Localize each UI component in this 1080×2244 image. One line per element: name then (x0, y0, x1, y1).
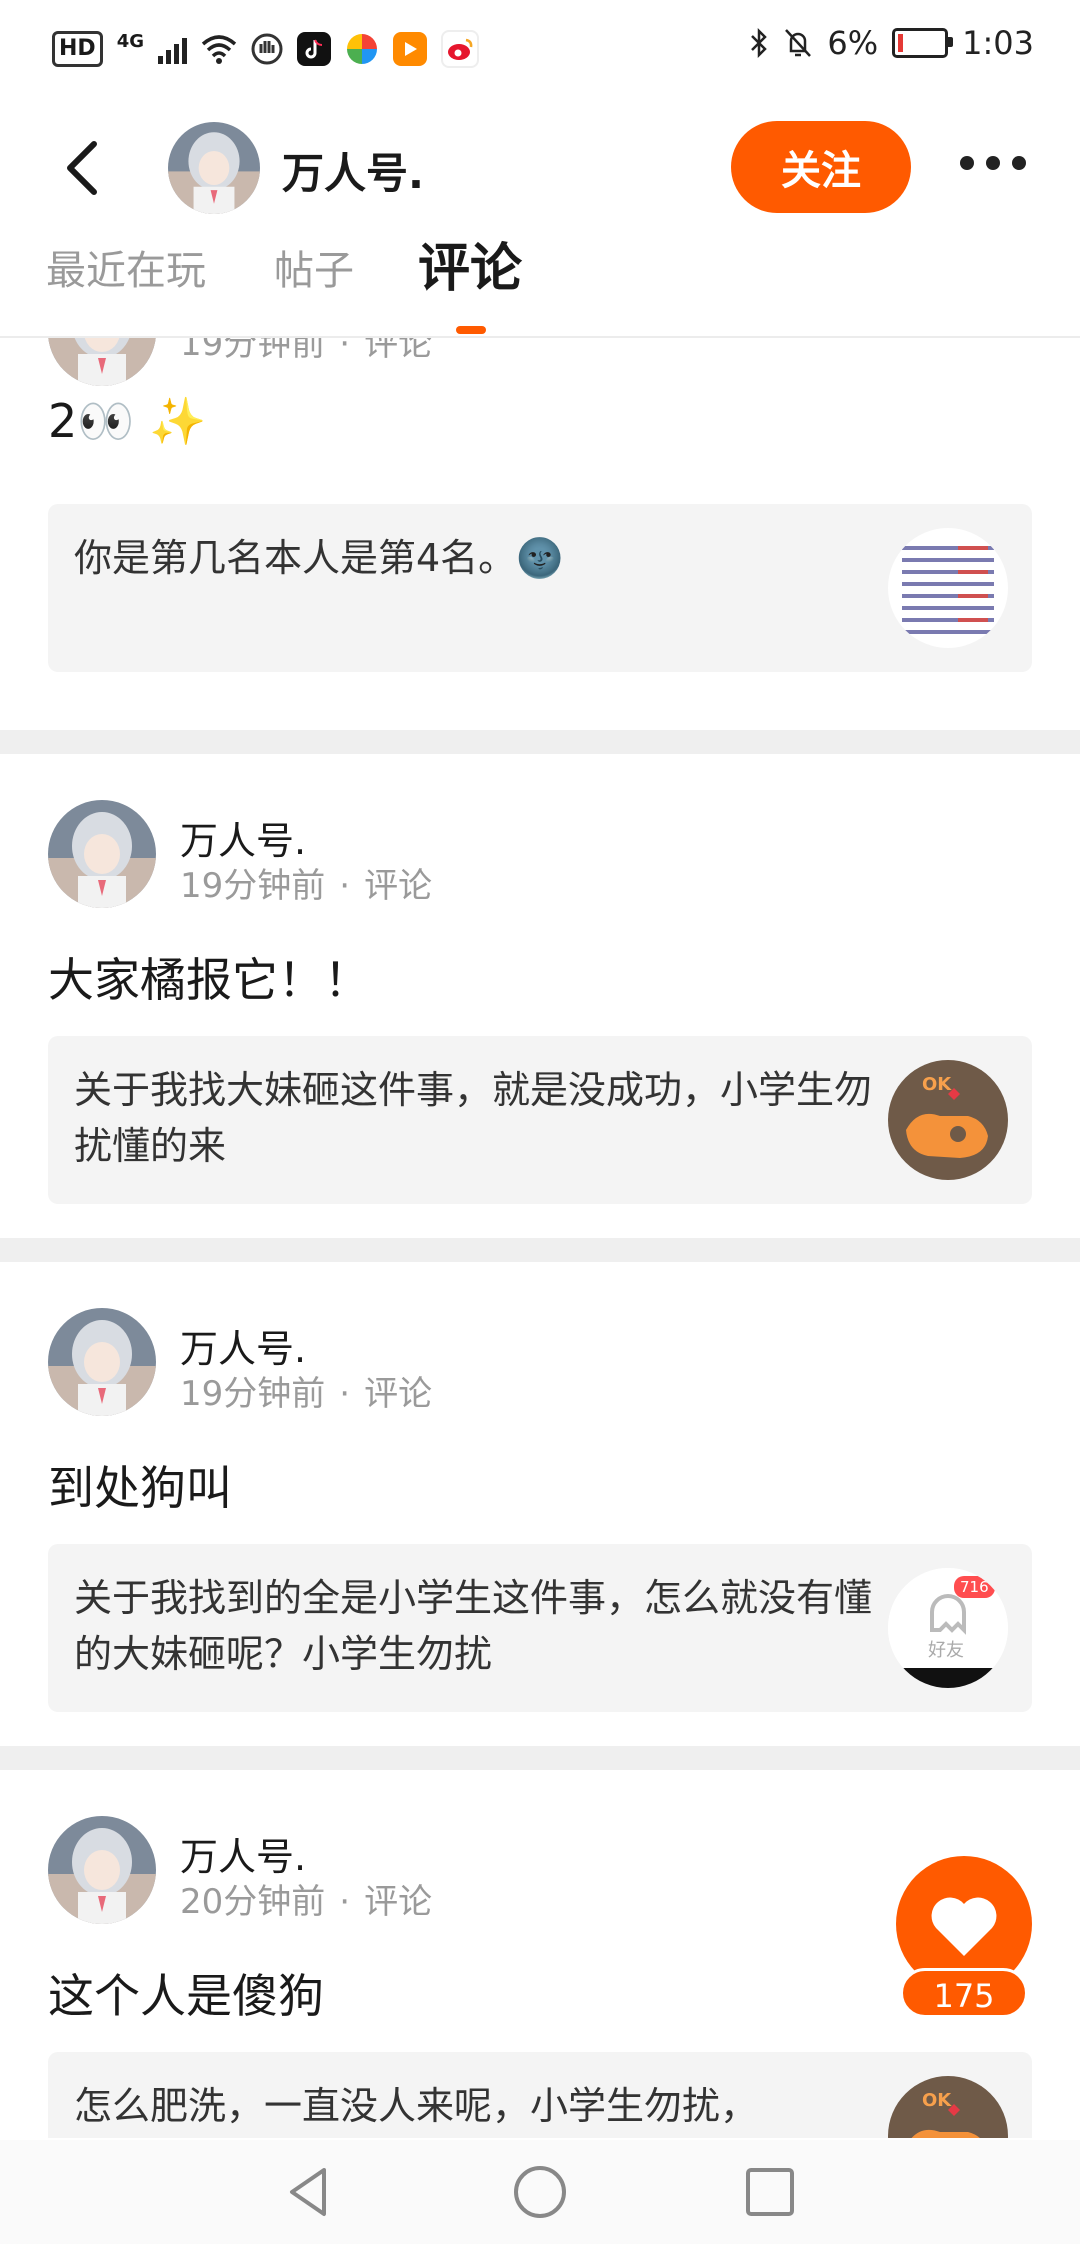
active-tab-indicator (456, 326, 486, 334)
wifi-icon (201, 35, 237, 64)
mute-bell-icon (785, 29, 812, 57)
avatar[interactable] (48, 1816, 156, 1924)
quoted-post[interactable]: 关于我找到的全是小学生这件事，怎么就没有懂的大妹砸呢？小学生勿扰 716 好友 (48, 1544, 1032, 1712)
card-divider (0, 1238, 1080, 1262)
more-options-icon[interactable] (960, 150, 1026, 176)
comment-text: 大家橘报它！！ (48, 953, 370, 1007)
post-meta: 19分钟前 · 评论 (180, 338, 433, 364)
comment-text: 2👀 ✨ (48, 394, 207, 448)
username[interactable]: 万人号. (180, 1826, 306, 1881)
quoted-post-text: 关于我找到的全是小学生这件事，怎么就没有懂的大妹砸呢？小学生勿扰 (74, 1576, 873, 1676)
profile-tabs: 最近在玩 帖子 评论 (0, 240, 1080, 338)
friends-label: 好友 (928, 1640, 964, 1661)
cell-signal-icon (158, 34, 187, 64)
friends-ghost-icon: 716 好友 (888, 1568, 1008, 1688)
username[interactable]: 万人号. (180, 1318, 306, 1373)
hd-indicator: HD (52, 31, 103, 67)
quoted-post-text: 怎么肥洗，一直没人来呢，小学生勿扰， (74, 2084, 759, 2128)
ok-hand-sticker: OK (888, 1060, 1008, 1180)
quoted-post-text: 关于我找大妹砸这件事，就是没成功，小学生勿扰懂的来 (74, 1068, 873, 1168)
pinwheel-app-icon (347, 34, 377, 64)
card-divider (0, 730, 1080, 754)
back-arrow-icon[interactable] (58, 138, 110, 198)
comment-text: 到处狗叫 (48, 1461, 232, 1515)
comment-text: 这个人是傻狗 (48, 1969, 324, 2023)
nav-home-icon[interactable] (510, 2162, 570, 2222)
clock: 1:03 (962, 24, 1034, 62)
like-count: 175 (900, 1968, 1028, 2018)
profile-name: 万人号. (282, 149, 424, 198)
nav-recents-icon[interactable] (740, 2162, 800, 2222)
post-meta: 19分钟前 · 评论 (180, 1374, 433, 1414)
username[interactable]: 万人号. (180, 810, 306, 865)
profile-header: 万人号. 关注 (0, 96, 1080, 240)
avatar[interactable] (48, 1308, 156, 1416)
quoted-post[interactable]: 怎么肥洗，一直没人来呢，小学生勿扰， OK (48, 2052, 1032, 2138)
network-type: 4G (116, 30, 144, 52)
avatar[interactable] (48, 338, 156, 386)
ranking-list-thumbnail (888, 528, 1008, 648)
status-bar: HD 4G 6% 1:03 (0, 0, 1080, 96)
tab-posts[interactable]: 帖子 (274, 240, 354, 336)
bluetooth-icon (751, 27, 768, 59)
svg-text:OK: OK (922, 1074, 952, 1095)
video-app-icon (393, 32, 427, 66)
tab-recently-played[interactable]: 最近在玩 (46, 240, 206, 336)
profile-avatar[interactable] (168, 122, 260, 214)
ok-hand-sticker: OK (888, 2076, 1008, 2138)
quoted-post[interactable]: 关于我找大妹砸这件事，就是没成功，小学生勿扰懂的来 OK (48, 1036, 1032, 1204)
quoted-post[interactable]: 你是第几名本人是第4名。🌚 (48, 504, 1032, 672)
system-nav-bar (0, 2140, 1080, 2244)
comment-card[interactable]: 19分钟前 · 评论 2👀 ✨ 你是第几名本人是第4名。🌚 (0, 338, 1080, 730)
comment-card[interactable]: 万人号. 19分钟前 · 评论 到处狗叫 关于我找到的全是小学生这件事，怎么就没有懂… (0, 1262, 1080, 1746)
battery-percent: 6% (827, 24, 879, 62)
tiktok-app-icon (297, 32, 331, 66)
avatar[interactable] (48, 800, 156, 908)
battery-icon (892, 28, 954, 58)
comment-card[interactable]: 万人号. 19分钟前 · 评论 大家橘报它！！ 关于我找大妹砸这件事，就是没成功，小… (0, 754, 1080, 1238)
follow-button[interactable]: 关注 (731, 121, 911, 213)
svg-text:OK: OK (922, 2090, 952, 2111)
quoted-post-text: 你是第几名本人是第4名。🌚 (74, 536, 564, 580)
post-meta: 20分钟前 · 评论 (180, 1882, 433, 1922)
tab-comments[interactable]: 评论 (418, 240, 522, 336)
post-meta: 19分钟前 · 评论 (180, 866, 433, 906)
card-divider (0, 1746, 1080, 1770)
friends-badge: 716 (954, 1576, 995, 1598)
nav-back-icon[interactable] (280, 2162, 340, 2222)
hand-app-icon (251, 33, 283, 65)
weibo-app-icon (441, 30, 479, 68)
